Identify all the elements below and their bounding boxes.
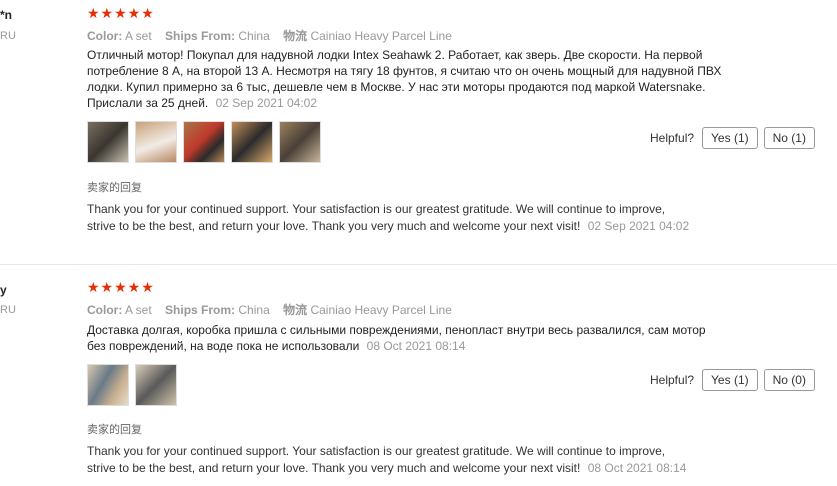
review-photo-thumbnail[interactable] xyxy=(279,121,321,163)
review-divider xyxy=(0,264,837,265)
review-date: 02 Sep 2021 04:02 xyxy=(215,96,318,110)
review-attributes: Color: A set Ships From: China 物流 Cainia… xyxy=(87,301,462,318)
seller-reply: Thank you for your continued support. Yo… xyxy=(87,201,697,235)
seller-reply: Thank you for your continued support. Yo… xyxy=(87,443,697,477)
review-photo-thumbnail[interactable] xyxy=(87,121,129,163)
helpful-label: Helpful? xyxy=(650,373,695,387)
review-photo-thumbnail[interactable] xyxy=(135,121,177,163)
star-rating: ★★★★★ xyxy=(87,279,155,295)
review-body: Отличный мотор! Покупал для надувной лод… xyxy=(87,48,722,110)
logistics-key: 物流 xyxy=(283,303,308,317)
logistics-key: 物流 xyxy=(283,29,308,43)
seller-reply-title: 卖家的回复 xyxy=(87,424,142,436)
review-text: Отличный мотор! Покупал для надувной лод… xyxy=(87,47,727,111)
color-value: A set xyxy=(125,303,152,317)
helpful-no-button[interactable]: No (0) xyxy=(763,369,815,391)
star-rating: ★★★★★ xyxy=(87,5,155,21)
color-key: Color: xyxy=(87,303,123,317)
reviewer-name: *n xyxy=(0,8,12,22)
helpful-no-button[interactable]: No (1) xyxy=(763,127,815,149)
reviewer-name: y xyxy=(0,283,7,297)
review-photo-thumbnail[interactable] xyxy=(135,364,177,406)
reviewer-country: RU xyxy=(0,30,16,42)
ships-from-key: Ships From: xyxy=(165,29,236,43)
ships-from-value: China xyxy=(238,29,270,43)
seller-reply-text: Thank you for your continued support. Yo… xyxy=(87,202,666,233)
helpful-vote: Helpful? Yes (1) No (1) xyxy=(650,127,815,149)
logistics-value: Cainiao Heavy Parcel Line xyxy=(310,303,452,317)
review-photos xyxy=(87,121,321,163)
color-value: A set xyxy=(125,29,152,43)
helpful-yes-button[interactable]: Yes (1) xyxy=(702,369,758,391)
review-date: 08 Oct 2021 08:14 xyxy=(366,339,466,353)
helpful-label: Helpful? xyxy=(650,131,695,145)
logistics-value: Cainiao Heavy Parcel Line xyxy=(310,29,452,43)
color-key: Color: xyxy=(87,29,123,43)
review-photo-thumbnail[interactable] xyxy=(183,121,225,163)
reviewer-country: RU xyxy=(0,304,16,316)
ships-from-value: China xyxy=(238,303,270,317)
review-photo-thumbnail[interactable] xyxy=(87,364,129,406)
ships-from-key: Ships From: xyxy=(165,303,236,317)
review-photos xyxy=(87,364,177,406)
review-text: Доставка долгая, коробка пришла с сильны… xyxy=(87,322,727,354)
seller-reply-date: 08 Oct 2021 08:14 xyxy=(587,461,687,475)
review-attributes: Color: A set Ships From: China 物流 Cainia… xyxy=(87,27,462,44)
review-photo-thumbnail[interactable] xyxy=(231,121,273,163)
helpful-vote: Helpful? Yes (1) No (0) xyxy=(650,369,815,391)
seller-reply-text: Thank you for your continued support. Yo… xyxy=(87,444,666,475)
seller-reply-title: 卖家的回复 xyxy=(87,182,142,194)
helpful-yes-button[interactable]: Yes (1) xyxy=(702,127,758,149)
seller-reply-date: 02 Sep 2021 04:02 xyxy=(587,219,690,233)
